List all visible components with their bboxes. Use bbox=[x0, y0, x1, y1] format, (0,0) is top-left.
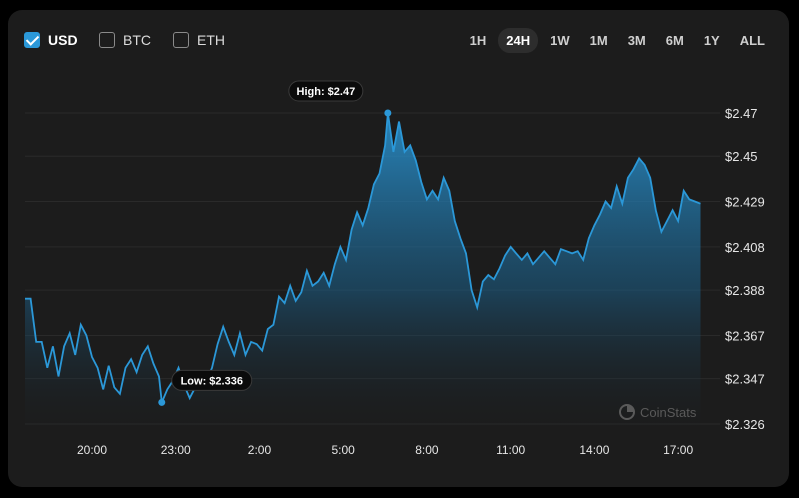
x-tick-label: 20:00 bbox=[77, 443, 107, 457]
y-tick-label: $2.408 bbox=[725, 240, 765, 255]
x-tick-label: 14:00 bbox=[579, 443, 609, 457]
high-tooltip: High: $2.47 bbox=[288, 80, 364, 102]
y-tick-label: $2.45 bbox=[725, 149, 758, 164]
x-tick-label: 23:00 bbox=[161, 443, 191, 457]
low-point-marker bbox=[158, 398, 166, 406]
price-area bbox=[25, 113, 701, 436]
low-tooltip: Low: $2.336 bbox=[171, 369, 253, 391]
watermark-text: CoinStats bbox=[640, 405, 697, 420]
x-tick-label: 5:00 bbox=[332, 443, 356, 457]
y-tick-label: $2.347 bbox=[725, 372, 765, 387]
y-tick-label: $2.429 bbox=[725, 195, 765, 210]
low-label: Low: $2.336 bbox=[181, 375, 243, 387]
x-tick-label: 2:00 bbox=[248, 443, 272, 457]
y-tick-label: $2.388 bbox=[725, 283, 765, 298]
x-tick-label: 11:00 bbox=[496, 443, 525, 457]
price-area-chart: $2.47 $2.45 $2.429 $2.408 $2.388 $2.367 $2.347… bbox=[25, 80, 765, 457]
y-axis-labels: $2.47 $2.45 $2.429 $2.408 $2.388 $2.367 $2.347… bbox=[725, 106, 765, 432]
price-chart-card: USD BTC ETH 1H 24H 1W 1M 3M 6M 1Y ALL $2… bbox=[8, 10, 789, 487]
x-tick-label: 17:00 bbox=[663, 443, 693, 457]
x-tick-label: 8:00 bbox=[415, 443, 439, 457]
high-point-marker bbox=[384, 109, 392, 117]
y-tick-label: $2.47 bbox=[725, 106, 758, 121]
high-label: High: $2.47 bbox=[297, 86, 356, 98]
y-tick-label: $2.326 bbox=[725, 417, 765, 432]
y-tick-label: $2.367 bbox=[725, 328, 765, 343]
x-axis-labels: 20:00 23:00 2:00 5:00 8:00 11:00 14:00 17:00 bbox=[77, 443, 694, 457]
